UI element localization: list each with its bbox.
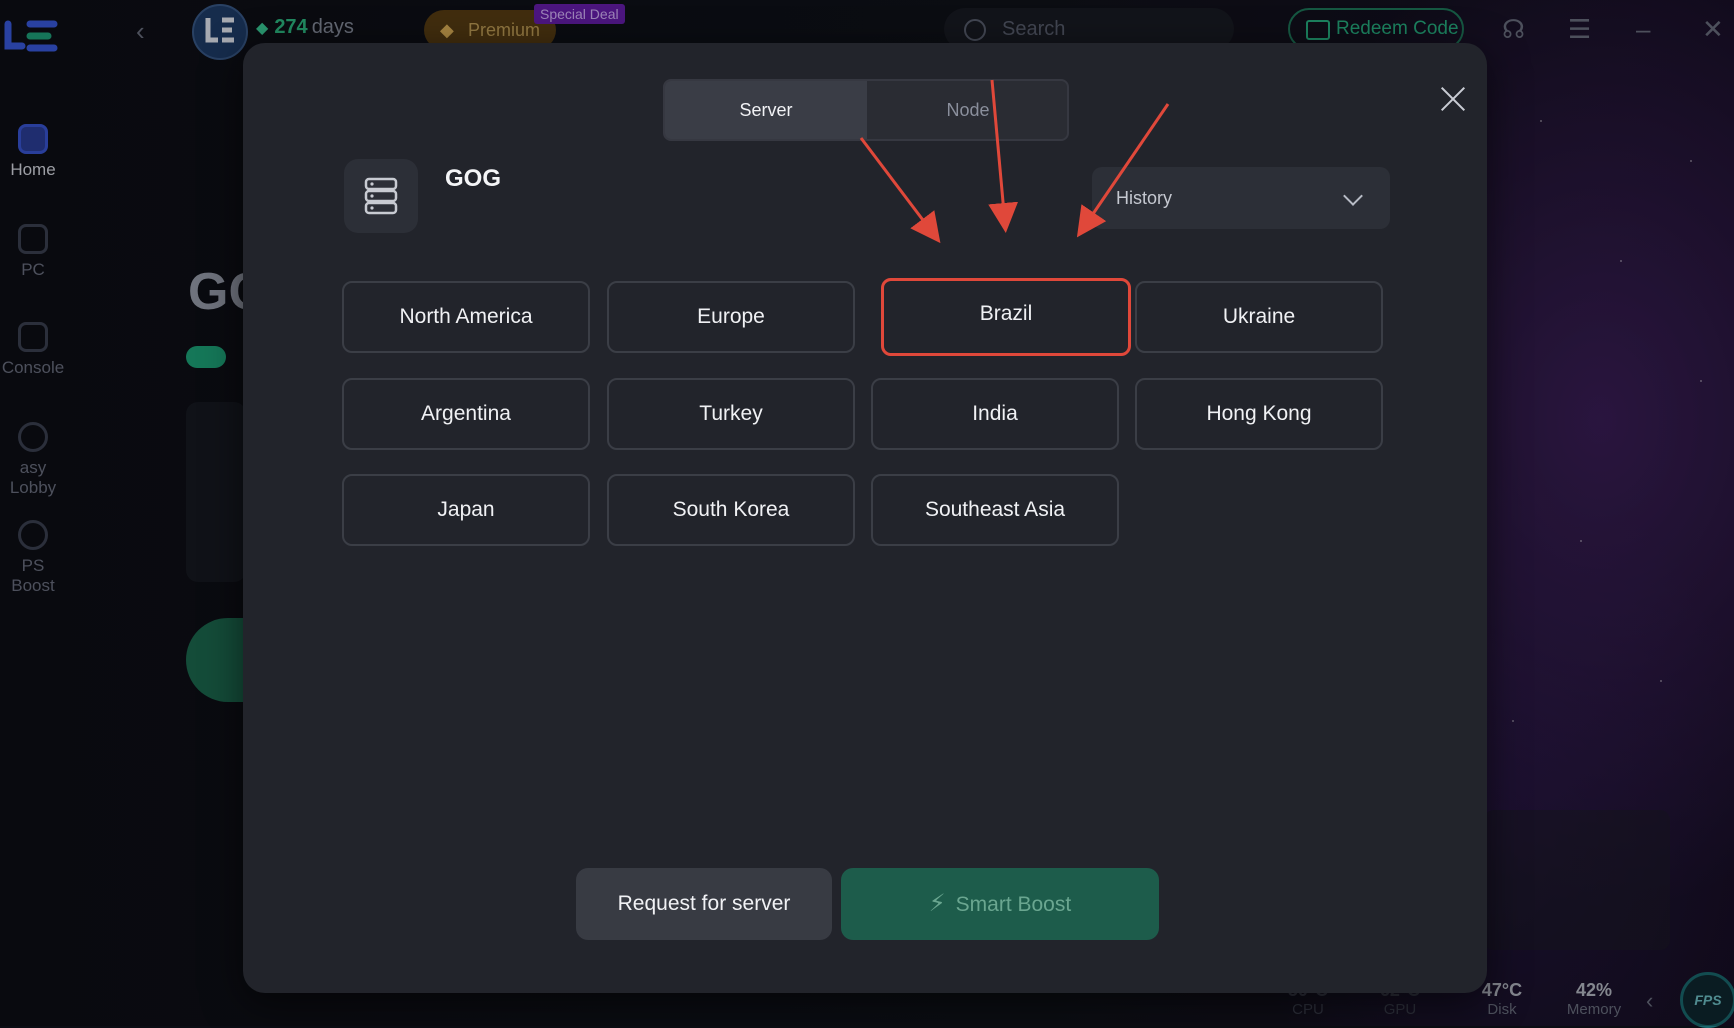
game-title: GOG bbox=[445, 165, 502, 192]
region-southeast-asia[interactable]: Southeast Asia bbox=[871, 474, 1119, 546]
server-select-dialog: Server Node GOG History North America Eu… bbox=[243, 43, 1487, 993]
chevron-down-icon bbox=[1343, 186, 1363, 206]
region-brazil[interactable]: Brazil bbox=[881, 278, 1131, 356]
region-india[interactable]: India bbox=[871, 378, 1119, 450]
region-argentina[interactable]: Argentina bbox=[342, 378, 590, 450]
server-node-tabs: Server Node bbox=[663, 79, 1069, 141]
request-server-button[interactable]: Request for server bbox=[576, 868, 832, 940]
region-europe[interactable]: Europe bbox=[607, 281, 855, 353]
tab-server[interactable]: Server bbox=[665, 81, 867, 139]
region-ukraine[interactable]: Ukraine bbox=[1135, 281, 1383, 353]
smart-boost-button[interactable]: ⚡ Smart Boost bbox=[841, 868, 1159, 940]
region-hong-kong[interactable]: Hong Kong bbox=[1135, 378, 1383, 450]
region-north-america[interactable]: North America bbox=[342, 281, 590, 353]
history-dropdown[interactable]: History bbox=[1092, 167, 1390, 229]
game-icon bbox=[344, 159, 418, 233]
close-icon[interactable] bbox=[1433, 79, 1473, 119]
tab-node[interactable]: Node bbox=[867, 81, 1067, 139]
server-stack-icon bbox=[364, 177, 398, 215]
smart-boost-label: Smart Boost bbox=[955, 893, 1072, 916]
lightning-icon: ⚡ bbox=[928, 890, 946, 917]
region-turkey[interactable]: Turkey bbox=[607, 378, 855, 450]
region-south-korea[interactable]: South Korea bbox=[607, 474, 855, 546]
region-japan[interactable]: Japan bbox=[342, 474, 590, 546]
history-label: History bbox=[1116, 188, 1173, 208]
